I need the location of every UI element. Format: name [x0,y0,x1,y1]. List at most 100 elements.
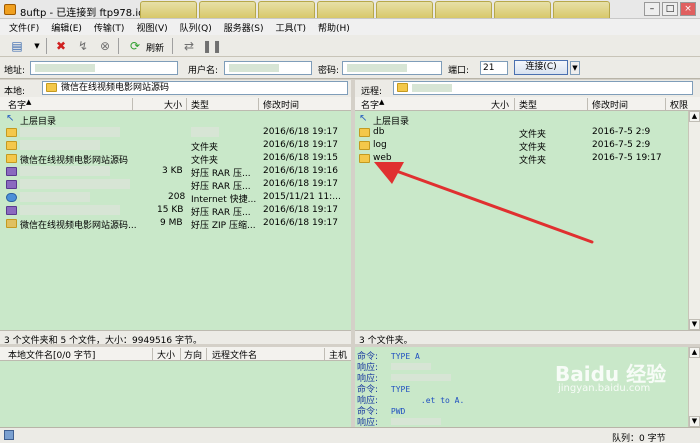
list-item[interactable]: 好压 RAR 压... 2016/6/18 19:17 [0,178,351,192]
list-item[interactable]: ↖ 上层目录 [355,113,688,128]
address-input[interactable] [30,61,178,75]
list-item[interactable]: 208 Internet 快捷... 2015/11/21 11:... [0,191,351,205]
toolbar-separator [172,38,173,54]
queue-column-direction[interactable]: 方向 [184,348,202,361]
log-value-redacted [390,418,441,425]
folder-icon [6,141,17,150]
internet-shortcut-icon [6,193,17,202]
menu-edit[interactable]: 编辑(E) [46,19,87,35]
remote-path-row: 远程: [355,80,700,97]
connect-button[interactable]: 连接(C) [514,60,568,75]
list-item[interactable]: 15 KB 好压 RAR 压... 2016/6/18 19:17 [0,204,351,218]
log-value-redacted [390,374,451,381]
file-modified: 2016-7-5 2:9 [592,140,651,150]
status-icon [4,430,14,440]
queue-column-host[interactable]: 主机 [329,348,347,361]
log-line: 命令: PWD [357,404,688,417]
column-name[interactable]: 名字 [8,98,26,111]
browser-tab[interactable] [553,1,610,18]
column-separator [180,348,181,360]
remote-path-input[interactable] [393,81,693,95]
maximize-button[interactable]: □ [662,2,678,16]
menu-transfer[interactable]: 传输(T) [89,19,130,35]
column-size[interactable]: 大小 [164,98,182,111]
log-value-redacted [390,363,431,370]
list-item[interactable]: ↖ 上层目录 [0,113,351,128]
chevron-down-icon[interactable]: ▼ [689,319,700,330]
minimize-button[interactable]: – [644,2,660,16]
menu-queue[interactable]: 队列(Q) [175,19,217,35]
disconnect-icon[interactable]: ✖ [52,37,70,55]
file-name-redacted [20,205,120,215]
sort-ascending-icon: ▲ [379,98,385,106]
column-size[interactable]: 大小 [491,98,509,111]
list-item[interactable]: 微信在线视频电影网站源码 文件夹 2016/6/18 19:15 [0,152,351,166]
queue-column-remote-file[interactable]: 远程文件名 [212,348,257,361]
queue-column-size[interactable]: 大小 [157,348,175,361]
browser-tab[interactable] [317,1,374,18]
chevron-down-icon[interactable]: ▼ [28,37,46,55]
log-scrollbar[interactable]: ▲ ▼ [688,347,700,427]
queue-column-local-file[interactable]: 本地文件名[0/0 字节] [8,348,95,361]
column-separator [514,98,515,110]
list-item[interactable]: db 文件夹 2016-7-5 2:9 [355,126,688,140]
menu-tools[interactable]: 工具(T) [271,19,312,35]
pause-icon[interactable]: ❚❚ [202,37,222,55]
file-modified: 2016/6/18 19:17 [263,127,338,137]
queue-status: 队列：0 字节 [612,434,666,443]
file-name: 微信在线视频电影网站源码... [20,221,137,231]
chevron-up-icon[interactable]: ▲ [689,347,700,358]
password-input[interactable] [342,61,442,75]
menu-file[interactable]: 文件(F) [4,19,44,35]
column-modified[interactable]: 修改时间 [263,98,299,111]
file-name-redacted [20,166,110,176]
chevron-down-icon[interactable]: ▼ [689,416,700,427]
browser-tab[interactable] [140,1,197,18]
list-item[interactable]: 微信在线视频电影网站源码... 9 MB 好压 ZIP 压缩... 2016/6… [0,217,351,231]
column-type[interactable]: 类型 [191,98,209,111]
address-label: 地址: [4,66,26,76]
file-name-redacted [20,192,90,202]
column-type[interactable]: 类型 [519,98,537,111]
browser-tab[interactable] [199,1,256,18]
chevron-down-icon[interactable]: ▼ [570,61,580,75]
list-item[interactable]: 文件夹 2016/6/18 19:17 [0,139,351,153]
close-button[interactable]: × [680,2,696,16]
remote-scrollbar[interactable]: ▲ ▼ [688,111,700,330]
baidu-watermark-url: jingyan.baidu.com [558,383,651,394]
column-name[interactable]: 名字 [361,98,379,111]
browser-tab[interactable] [435,1,492,18]
folder-icon [397,83,408,92]
browser-tab[interactable] [494,1,551,18]
stop-icon[interactable]: ⊗ [96,37,114,55]
folder-icon [359,128,370,137]
site-manager-icon[interactable]: ▤ [8,37,26,55]
column-modified[interactable]: 修改时间 [592,98,628,111]
refresh-icon[interactable]: ⟳ [126,37,144,55]
file-modified: 2015/11/21 11:... [263,192,341,202]
browser-tab[interactable] [376,1,433,18]
zip-archive-icon [6,219,17,228]
transfer-icon[interactable]: ⇄ [180,37,198,55]
local-path-value: 微信在线视频电影网站源码 [61,83,170,93]
local-file-list: ↖ 上层目录 2016/6/18 19:17 文件夹 2016/6/18 19:… [0,111,351,330]
folder-icon [6,128,17,137]
reconnect-icon[interactable]: ↯ [74,37,92,55]
queue-list [0,361,351,427]
menu-help[interactable]: 帮助(H) [313,19,355,35]
menu-server[interactable]: 服务器(S) [219,19,269,35]
file-modified: 2016/6/18 19:17 [263,140,338,150]
refresh-button-label[interactable]: 刷新 [146,41,164,54]
column-permissions[interactable]: 权限 [670,98,688,111]
column-separator [324,348,325,360]
chevron-up-icon[interactable]: ▲ [689,111,700,122]
local-path-input[interactable]: 微信在线视频电影网站源码 [42,81,348,95]
log-line: 响应: [357,415,688,428]
port-input[interactable]: 21 [480,61,508,75]
list-item[interactable]: 3 KB 好压 RAR 压... 2016/6/18 19:16 [0,165,351,179]
browser-tab[interactable] [258,1,315,18]
username-input[interactable] [224,61,312,75]
menu-view[interactable]: 视图(V) [131,19,172,35]
toolbar-separator [118,38,119,54]
list-item[interactable]: 2016/6/18 19:17 [0,126,351,139]
